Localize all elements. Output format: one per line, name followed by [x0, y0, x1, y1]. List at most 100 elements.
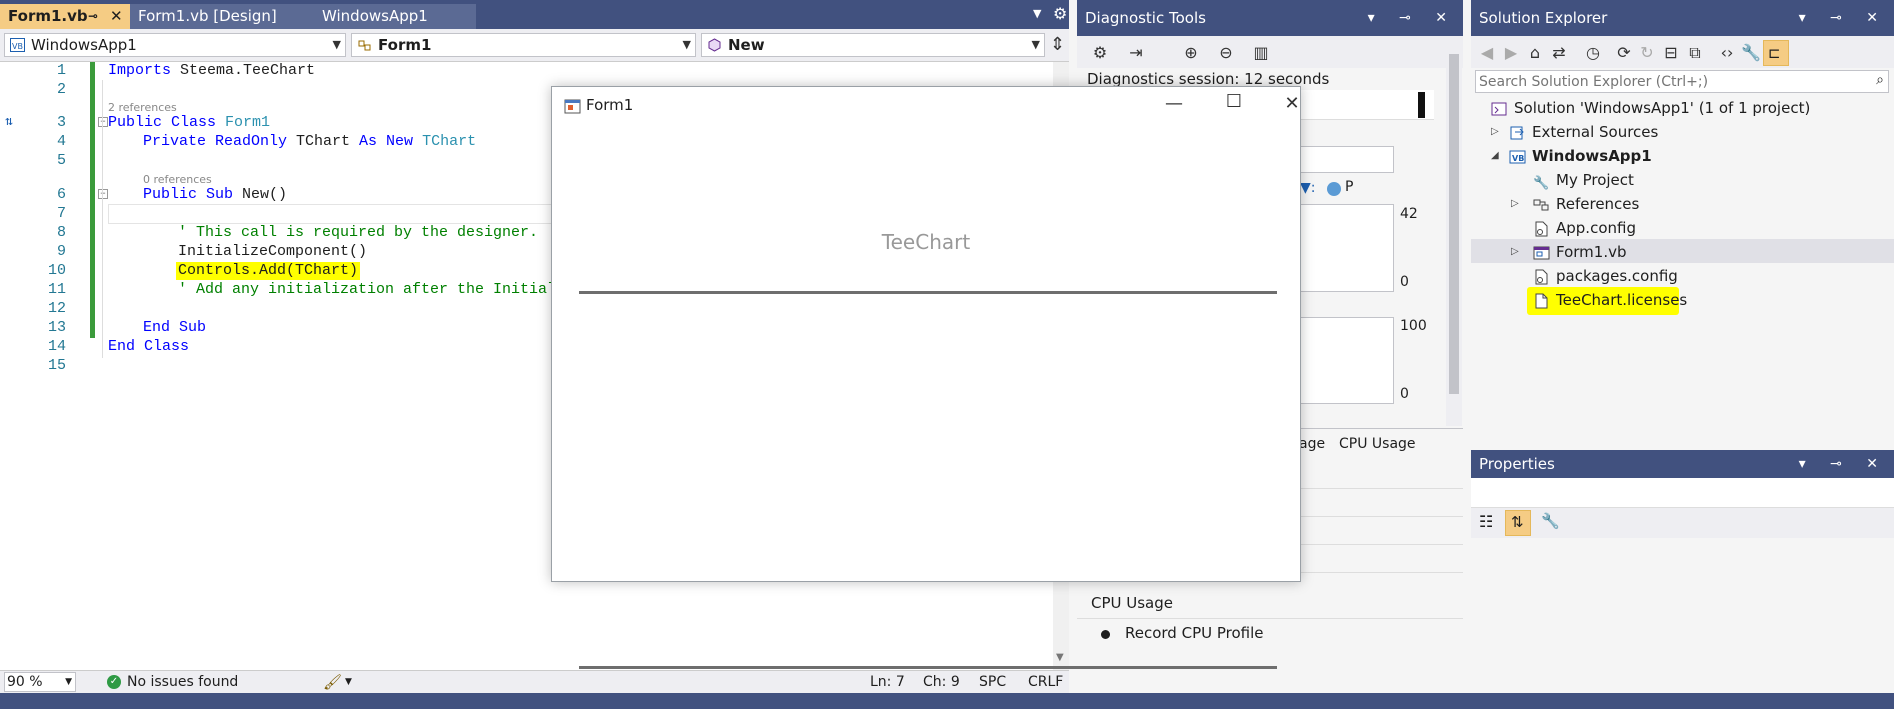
line-ending-indicator[interactable]: CRLF	[1028, 671, 1063, 693]
line-indicator[interactable]: Ln: 7	[870, 671, 905, 693]
refresh-icon[interactable]: ⟳	[1614, 43, 1634, 63]
alphabetical-button[interactable]: ⇅	[1505, 510, 1531, 536]
search-icon: ⌕	[1876, 72, 1884, 88]
form1-window[interactable]: Form1 — ☐ ✕ TeeChart	[551, 86, 1301, 669]
tab-form1-vb[interactable]: Form1.vb ⊸ ✕	[0, 4, 136, 29]
reset-view-icon[interactable]: ▥	[1251, 43, 1271, 63]
class-combo[interactable]: Form1 ▼	[351, 33, 696, 57]
stop-icon[interactable]: ↻	[1637, 43, 1657, 63]
form1-titlebar[interactable]: Form1 — ☐ ✕	[552, 87, 1300, 125]
solution-search-box[interactable]: ⌕	[1475, 70, 1889, 93]
tab-dropdown-icon[interactable]: ▼	[1033, 7, 1041, 20]
wrench-icon[interactable]: 🔧	[1541, 512, 1560, 530]
tree-item-label: References	[1556, 195, 1640, 213]
code-line-4: Private ReadOnly TChart As New TChart	[143, 133, 476, 151]
zoom-combo[interactable]: 90 % ▼	[4, 672, 76, 692]
tab-form1-design[interactable]: Form1.vb [Design]	[130, 4, 314, 29]
tree-item-external-sources[interactable]: External Sources	[1509, 121, 1658, 143]
back-icon[interactable]: ◀	[1477, 43, 1497, 63]
expand-icon[interactable]: ▷	[1511, 241, 1519, 263]
expand-icon[interactable]: ▷	[1511, 193, 1519, 215]
tree-item-solution[interactable]: Solution 'WindowsApp1' (1 of 1 project)	[1491, 97, 1810, 119]
filter-icon[interactable]: ▼:	[1300, 180, 1315, 196]
tab-memory-usage[interactable]: age	[1299, 436, 1325, 452]
home-icon[interactable]: ⌂	[1525, 43, 1545, 63]
view-code-icon[interactable]: ‹›	[1717, 43, 1737, 63]
form-file-icon	[1533, 246, 1550, 259]
keyword: Public Sub	[143, 186, 234, 203]
code-text: TChart	[287, 133, 360, 150]
categorized-icon[interactable]: ☷	[1479, 512, 1493, 531]
tab-cpu-usage[interactable]: CPU Usage	[1339, 436, 1416, 452]
select-tools-icon[interactable]: ⇥	[1126, 43, 1146, 63]
preview-icon: ⊏	[1768, 44, 1781, 62]
solution-search-input[interactable]	[1476, 71, 1856, 92]
comment: ' Add any initialization after the Initi…	[178, 281, 575, 298]
collapse-icon[interactable]: ◢	[1491, 145, 1499, 167]
preview-selected-button[interactable]: ⊏	[1763, 40, 1789, 66]
graph-axis-max: 42	[1400, 206, 1418, 222]
whitespace-indicator[interactable]: SPC	[979, 671, 1006, 693]
brush-icon[interactable]: 🖌	[323, 671, 342, 693]
close-icon[interactable]: ✕	[110, 4, 123, 28]
project-combo[interactable]: VB WindowsApp1 ▼	[4, 33, 346, 57]
expand-icon[interactable]: ▷	[1491, 121, 1499, 143]
tree-item-app-config[interactable]: App.config	[1533, 217, 1636, 239]
keyword: Private ReadOnly	[143, 133, 288, 150]
code-line-14: End Class	[108, 338, 190, 355]
tab-windowsapp1[interactable]: WindowsApp1	[314, 4, 476, 29]
maximize-icon[interactable]: ☐	[1214, 91, 1254, 112]
combo-value: New	[728, 36, 765, 54]
zoom-in-icon[interactable]: ⊕	[1181, 43, 1201, 63]
scroll-down-icon[interactable]: ▼	[1056, 652, 1064, 663]
diag-scrollbar[interactable]	[1446, 36, 1462, 426]
forward-icon[interactable]: ▶	[1501, 43, 1521, 63]
panel-buttons[interactable]: ▾ ⊸ ✕	[1799, 450, 1888, 478]
settings-icon[interactable]: ⚙	[1090, 43, 1110, 63]
collapse-class-icon[interactable]: −	[98, 117, 108, 127]
vb-project-icon: VB	[10, 38, 25, 52]
properties-object-selector[interactable]	[1471, 478, 1894, 508]
show-all-files-icon[interactable]: ⧉	[1685, 43, 1705, 63]
references-icon	[1533, 199, 1549, 210]
legend-swatch-icon	[1327, 182, 1341, 196]
bottom-panel-strip	[0, 693, 1894, 709]
record-cpu-profile-button[interactable]: Record CPU Profile	[1125, 624, 1264, 642]
pending-changes-icon[interactable]: ◷	[1583, 43, 1603, 63]
panel-buttons[interactable]: ▾ ⊸ ✕	[1799, 0, 1888, 36]
divider	[1077, 618, 1463, 619]
tree-item-packages-config[interactable]: packages.config	[1533, 265, 1678, 287]
gear-icon[interactable]: ⚙	[1053, 4, 1067, 23]
minimize-icon[interactable]: —	[1154, 93, 1194, 114]
member-combo[interactable]: New ▼	[701, 33, 1045, 57]
tree-item-teechart-licenses[interactable]: TeeChart.licenses	[1533, 289, 1687, 311]
code-line-10-highlighted: Controls.Add(TChart)	[176, 262, 361, 280]
switch-views-icon[interactable]: ⇄	[1549, 43, 1569, 63]
scrollbar-thumb[interactable]	[1449, 54, 1459, 394]
zoom-value: 90 %	[7, 674, 43, 690]
pin-icon[interactable]: ⊸	[88, 4, 98, 28]
teechart-control[interactable]: TeeChart	[552, 125, 1300, 669]
line-number: 1	[56, 62, 66, 79]
codelens-icon[interactable]: ⇅	[5, 114, 13, 129]
zoom-out-icon[interactable]: ⊖	[1216, 43, 1236, 63]
keyword: As New	[359, 133, 414, 150]
tab-label: WindowsApp1	[322, 7, 428, 25]
split-icon[interactable]: ⇕	[1050, 34, 1065, 55]
tree-item-references[interactable]: References	[1533, 193, 1639, 215]
tree-item-my-project[interactable]: 🔧 My Project	[1533, 169, 1634, 191]
tree-item-form1-vb[interactable]: Form1.vb	[1533, 241, 1627, 263]
collapse-sub-icon[interactable]: −	[98, 189, 108, 199]
properties-icon[interactable]: 🔧	[1741, 43, 1761, 63]
column-indicator[interactable]: Ch: 9	[923, 671, 960, 693]
form1-title: Form1	[586, 96, 634, 114]
close-icon[interactable]: ✕	[1272, 93, 1312, 114]
line-number: 7	[56, 205, 66, 222]
code-line-6: Public Sub New()	[143, 186, 287, 204]
chevron-down-icon[interactable]: ▼	[345, 671, 352, 693]
issues-status[interactable]: No issues found	[127, 671, 238, 693]
panel-buttons[interactable]: ▾ ⊸ ✕	[1368, 0, 1457, 36]
collapse-all-icon[interactable]: ⊟	[1661, 43, 1681, 63]
tree-item-project[interactable]: VB WindowsApp1	[1509, 145, 1652, 167]
solution-icon	[1491, 102, 1507, 115]
